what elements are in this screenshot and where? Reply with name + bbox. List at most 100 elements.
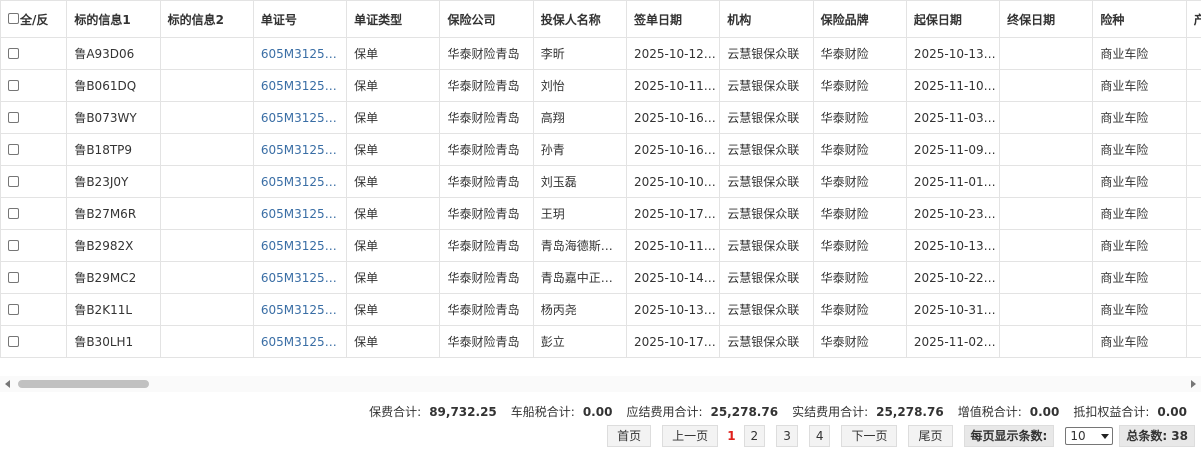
policy-number-link[interactable]: 605M3125… [252,165,348,198]
row-checkbox-cell[interactable] [0,69,68,102]
table-cell: 商业车险 [1092,293,1187,326]
row-checkbox-cell[interactable] [0,229,68,262]
table-cell [999,69,1094,102]
table-cell: 云慧银保众联 [719,229,814,262]
prev-page-button[interactable]: 上一页 [662,425,719,447]
table-cell: 保单 [346,261,441,294]
table-cell: 鲁B061DQ [66,69,161,102]
row-checkbox[interactable] [8,175,19,187]
policy-number-link[interactable]: 605M3125… [252,197,348,230]
row-checkbox-cell[interactable] [0,197,68,230]
table-cell: 鲁B23J0Y [66,165,161,198]
table-cell [999,261,1094,294]
policy-number-link[interactable]: 605M3125… [252,133,348,166]
row-checkbox[interactable] [8,143,19,155]
totals-bar: 保费合计: 89,732.25 车船税合计: 0.00 应结费用合计: 25,278.… [355,403,1187,420]
row-checkbox[interactable] [8,239,19,251]
row-checkbox[interactable] [8,271,19,283]
policy-number-link[interactable]: 605M3125… [252,37,348,70]
table-cell [1185,69,1201,102]
select-all-header[interactable]: 全/反 [0,0,68,38]
table-row[interactable]: 鲁B30LH1 605M3125… 保单 华泰财险青岛 彭立 2025-10-17… 云慧银… [0,325,1201,358]
row-checkbox[interactable] [8,79,19,91]
page-3-button[interactable]: 3 [776,425,798,447]
table-cell [159,261,254,294]
table-cell: 2025-11-09… [905,133,1001,166]
col-header: 终保日期 [999,0,1094,38]
policy-number-link[interactable]: 605M3125… [252,69,348,102]
table-row[interactable]: 鲁B2K11L 605M3125… 保单 华泰财险青岛 杨丙尧 2025-10-13… 云慧… [0,293,1201,326]
table-row[interactable]: 鲁B2982X 605M3125… 保单 华泰财险青岛 青岛海德斯… 2025-10-11… [0,229,1201,262]
table-cell: 2025-11-01… [905,165,1001,198]
table-cell: 2025-11-10… [905,69,1001,102]
table-cell: 华泰财险青岛 [439,165,534,198]
table-cell: 华泰财险 [812,293,907,326]
first-page-button[interactable]: 首页 [607,425,652,447]
row-checkbox-cell[interactable] [0,261,68,294]
row-checkbox[interactable] [8,111,19,123]
last-page-button[interactable]: 尾页 [908,425,953,447]
table-cell: 华泰财险青岛 [439,133,534,166]
total-deduction: 抵扣权益合计: 0.00 [1073,405,1187,419]
next-page-button[interactable]: 下一页 [841,425,898,447]
col-header: 机构 [719,0,814,38]
table-row[interactable]: 鲁B27M6R 605M3125… 保单 华泰财险青岛 王玥 2025-10-17… 云慧银… [0,197,1201,230]
table-cell [159,325,254,358]
table-cell: 青岛嘉中正… [532,261,628,294]
policy-number-link[interactable]: 605M3125… [252,325,348,358]
table-row[interactable]: 鲁B073WY 605M3125… 保单 华泰财险青岛 高翔 2025-10-16… 云慧银… [0,101,1201,134]
col-header: 保险公司 [439,0,534,38]
table-cell: 孙青 [532,133,628,166]
table-cell [999,37,1094,70]
table-cell: 商业车险 [1092,197,1187,230]
table-cell: 鲁B29MC2 [66,261,161,294]
page-size-value: 10 [1070,429,1086,443]
scroll-left-icon[interactable] [5,380,10,388]
row-checkbox[interactable] [8,47,19,59]
table-row[interactable]: 鲁B23J0Y 605M3125… 保单 华泰财险青岛 刘玉磊 2025-10-10… 云慧… [0,165,1201,198]
table-cell: 2025-10-17… [626,197,721,230]
table-cell: 商业车险 [1092,325,1187,358]
row-checkbox-cell[interactable] [0,37,68,70]
table-cell [1185,165,1201,198]
table-row[interactable]: 鲁B061DQ 605M3125… 保单 华泰财险青岛 刘怡 2025-10-11… 云慧银… [0,69,1201,102]
table-cell [1185,37,1201,70]
table-cell: 商业车险 [1092,69,1187,102]
table-cell [1185,101,1201,134]
table-row[interactable]: 鲁B29MC2 605M3125… 保单 华泰财险青岛 青岛嘉中正… 2025-10-14… [0,261,1201,294]
row-checkbox-cell[interactable] [0,293,68,326]
table-cell: 云慧银保众联 [719,165,814,198]
table-cell: 刘怡 [532,69,628,102]
table-cell [159,133,254,166]
horizontal-scrollbar[interactable] [0,376,1201,392]
table-cell: 云慧银保众联 [719,101,814,134]
page-2-button[interactable]: 2 [743,425,766,447]
row-checkbox[interactable] [8,303,19,315]
col-header: 起保日期 [905,0,1001,38]
col-header: 投保人名称 [532,0,628,38]
table-cell: 李昕 [532,37,628,70]
policy-number-link[interactable]: 605M3125… [252,229,348,262]
select-all-checkbox[interactable] [8,12,19,24]
table-cell: 华泰财险 [812,261,907,294]
table-cell [1185,133,1201,166]
policy-number-link[interactable]: 605M3125… [252,261,348,294]
table-row[interactable]: 鲁A93D06 605M3125… 保单 华泰财险青岛 李昕 2025-10-12… 云慧银… [0,37,1201,70]
table-cell [1185,325,1201,358]
scrollbar-thumb[interactable] [18,380,149,388]
scroll-right-icon[interactable] [1191,380,1196,388]
page-4-button[interactable]: 4 [808,425,831,447]
row-checkbox-cell[interactable] [0,133,68,166]
policy-number-link[interactable]: 605M3125… [252,101,348,134]
policy-number-link[interactable]: 605M3125… [252,293,348,326]
row-checkbox[interactable] [8,207,19,219]
row-checkbox-cell[interactable] [0,165,68,198]
table-row[interactable]: 鲁B18TP9 605M3125… 保单 华泰财险青岛 孙青 2025-10-16… 云慧银… [0,133,1201,166]
row-checkbox-cell[interactable] [0,325,68,358]
table-cell: 云慧银保众联 [719,325,814,358]
table-cell [999,197,1094,230]
page-size-select[interactable]: 10 [1065,427,1114,445]
row-checkbox-cell[interactable] [0,101,68,134]
table-cell: 华泰财险青岛 [439,69,534,102]
row-checkbox[interactable] [8,335,19,347]
